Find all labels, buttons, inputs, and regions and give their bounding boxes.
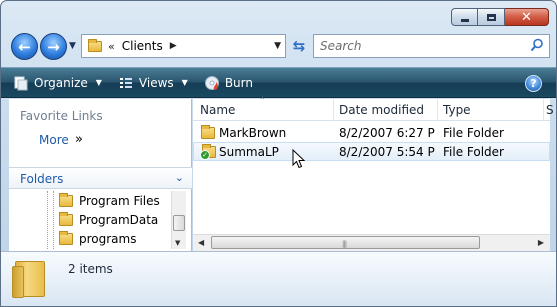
folders-label: Folders [20, 172, 64, 186]
maximize-icon [486, 13, 496, 21]
more-link[interactable]: More [39, 133, 69, 147]
search-icon[interactable] [530, 38, 544, 52]
tree-item-label: programs [79, 232, 137, 246]
explorer-window: ✕ ← → ▼ « Clients ▶ ▼ ⇆ Search Organize … [0, 0, 557, 307]
mouse-pointer-icon [292, 149, 306, 169]
column-header-size[interactable]: S [546, 103, 554, 117]
folder-icon: ✓ [200, 143, 216, 160]
tree-item-programdata[interactable]: ProgramData [59, 212, 159, 227]
burn-icon [204, 75, 219, 90]
file-name: SummaLP [219, 144, 279, 159]
address-bar[interactable]: « Clients ▶ ▼ [81, 34, 286, 58]
collapse-chevron-icon[interactable]: ⌄ [175, 171, 184, 184]
tree-guide-line [47, 191, 48, 249]
file-type: File Folder [443, 125, 504, 140]
navigation-bar: ← → ▼ « Clients ▶ ▼ ⇆ Search [9, 31, 550, 63]
more-chevron-icon[interactable]: » [75, 132, 83, 147]
scroll-grip-icon: ||| [342, 240, 347, 248]
file-row-summalp[interactable]: ✓ SummaLP 8/2/2007 5:54 P File Folder [193, 142, 550, 161]
organize-icon [14, 76, 28, 90]
column-header-type[interactable]: Type [443, 103, 471, 117]
column-divider[interactable] [543, 99, 544, 121]
sort-ascending-icon: ⌃ [259, 96, 266, 105]
address-overflow-chevrons[interactable]: « [108, 40, 115, 53]
caption-buttons: ✕ [451, 8, 549, 26]
organize-dropdown-icon: ▼ [95, 78, 102, 87]
help-icon: ? [530, 77, 537, 90]
checkmark-badge-icon: ✓ [200, 149, 210, 160]
minimize-icon [460, 19, 469, 22]
help-button[interactable]: ? [525, 75, 542, 92]
navigation-pane: Favorite Links More » Folders ⌄ Program … [9, 99, 192, 251]
file-type: File Folder [443, 144, 504, 159]
column-divider[interactable] [333, 99, 334, 121]
column-header-row: ⌃ Name Date modified Type S [193, 96, 554, 121]
folder-icon [12, 261, 45, 298]
burn-label: Burn [224, 75, 253, 90]
column-header-date-modified[interactable]: Date modified [339, 103, 424, 117]
maximize-button[interactable] [478, 8, 505, 26]
recent-pages-dropdown[interactable]: ▼ [69, 41, 76, 51]
views-dropdown-icon: ▼ [181, 78, 188, 87]
tree-item-programs[interactable]: programs [59, 231, 137, 246]
command-bar: Organize ▼ Views ▼ Burn ? [1, 67, 556, 98]
file-date-modified: 8/2/2007 6:27 P [339, 125, 435, 140]
column-divider[interactable] [437, 99, 438, 121]
back-button[interactable]: ← [11, 33, 38, 60]
organize-label: Organize [34, 75, 88, 90]
address-dropdown-icon[interactable]: ▼ [274, 41, 281, 51]
item-count: 2 items [68, 262, 113, 276]
forward-arrow-icon: → [47, 37, 60, 56]
crumb-arrow-icon[interactable]: ▶ [170, 41, 177, 51]
details-pane: 2 items [1, 251, 556, 306]
tree-item-program-files[interactable]: Program Files [59, 193, 160, 208]
scroll-thumb[interactable]: ||| [211, 236, 480, 249]
views-icon [119, 77, 132, 88]
close-icon: ✕ [521, 9, 532, 25]
minimize-button[interactable] [451, 8, 478, 26]
folder-icon [59, 212, 73, 226]
views-button[interactable]: Views ▼ [118, 75, 188, 91]
scroll-thumb[interactable] [173, 215, 185, 231]
file-list-horizontal-scrollbar[interactable]: ◀ ||| ▶ [193, 234, 550, 251]
folder-icon [59, 193, 73, 207]
scroll-right-arrow-icon[interactable]: ▶ [538, 238, 544, 247]
close-button[interactable]: ✕ [505, 8, 549, 26]
forward-button[interactable]: → [40, 33, 67, 60]
folder-icon [59, 231, 73, 245]
file-list: ⌃ Name Date modified Type S MarkBrown 8/… [193, 96, 554, 251]
scroll-down-arrow-icon[interactable]: ▼ [175, 239, 180, 247]
tree-item-label: Program Files [79, 194, 160, 208]
tree-item-label: ProgramData [79, 213, 159, 227]
folder-icon [88, 38, 102, 52]
organize-button[interactable]: Organize ▼ [13, 75, 102, 91]
refresh-button[interactable]: ⇆ [288, 36, 310, 56]
scroll-left-arrow-icon[interactable]: ◀ [198, 238, 204, 247]
folder-icon [201, 124, 215, 139]
views-label: Views [138, 75, 174, 90]
column-header-name[interactable]: Name [200, 103, 235, 117]
search-box[interactable]: Search [313, 34, 550, 58]
back-arrow-icon: ← [18, 37, 31, 56]
search-input[interactable]: Search [320, 39, 362, 53]
file-row-markbrown[interactable]: MarkBrown 8/2/2007 6:27 P File Folder [193, 123, 550, 142]
burn-button[interactable]: Burn [204, 75, 253, 91]
refresh-icon: ⇆ [292, 37, 306, 55]
tree-vertical-scrollbar[interactable]: ▼ [171, 191, 186, 249]
address-crumb-clients[interactable]: Clients [122, 39, 163, 53]
folders-header[interactable]: Folders ⌄ [9, 167, 192, 189]
file-name: MarkBrown [219, 125, 287, 140]
folder-tree: Program Files ProgramData programs [9, 191, 174, 249]
file-date-modified: 8/2/2007 5:54 P [339, 144, 435, 159]
favorite-links-heading: Favorite Links [20, 109, 103, 123]
tree-guide-line [53, 191, 54, 249]
